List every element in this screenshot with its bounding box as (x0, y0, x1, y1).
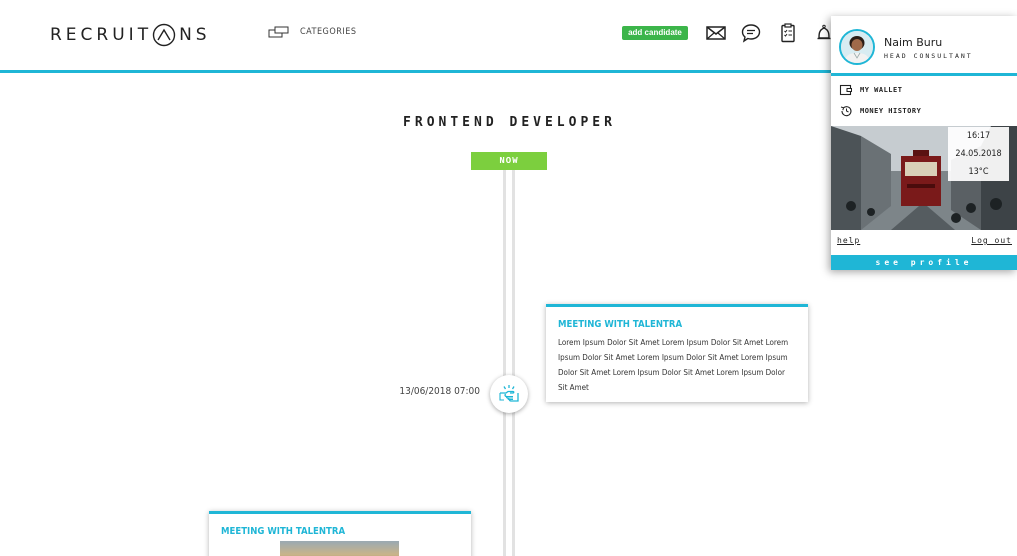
event-card[interactable]: MEETING WITH TALENTRA Lorem Ipsum Dolor … (546, 304, 808, 402)
weather-info: 16:17 24.05.2018 13°C (948, 127, 1009, 181)
handshake-icon[interactable] (490, 375, 528, 413)
weather-temperature: 13°C (968, 167, 989, 177)
event-card[interactable]: MEETING WITH TALENTRA (209, 511, 471, 556)
weather-date: 24.05.2018 (955, 149, 1002, 159)
categories-label: CATEGORIES (300, 27, 357, 37)
logout-link[interactable]: Log out (971, 236, 1012, 245)
avatar[interactable] (839, 29, 875, 65)
categories-icon (268, 26, 289, 38)
event-card-title: MEETING WITH TALENTRA (558, 319, 683, 330)
logo[interactable]: RECRUIT NS (50, 22, 211, 48)
chat-icon[interactable] (740, 22, 762, 44)
menu-item-money-history[interactable]: MONEY HISTORY (839, 105, 921, 117)
weather-time: 16:17 (966, 131, 991, 141)
menu-item-label: MY WALLET (860, 86, 903, 94)
profile-name: Naim Buru (884, 36, 943, 49)
timeline-line (503, 170, 515, 556)
logo-mountain-icon (152, 23, 176, 47)
logo-text-start: RECRUIT (50, 25, 153, 45)
history-icon (840, 106, 852, 117)
event-card-title: MEETING WITH TALENTRA (221, 526, 346, 537)
see-profile-button[interactable]: see profile (831, 255, 1017, 270)
event-card-body: Lorem Ipsum Dolor Sit Amet Lorem Ipsum D… (558, 338, 789, 392)
menu-item-my-wallet[interactable]: MY WALLET (839, 84, 902, 96)
profile-dropdown: Naim Buru HEAD CONSULTANT MY WALLET MONE… (831, 16, 1017, 270)
now-badge: NOW (471, 152, 547, 170)
add-candidate-button[interactable]: add candidate (622, 26, 688, 40)
logo-text-end: NS (179, 25, 211, 45)
menu-item-label: MONEY HISTORY (860, 107, 922, 115)
weather-photo: 16:17 24.05.2018 13°C (831, 126, 1017, 230)
profile-divider (831, 73, 1017, 76)
event-card-image (280, 541, 399, 556)
clipboard-icon[interactable] (777, 22, 799, 44)
categories-menu[interactable]: CATEGORIES (268, 26, 356, 38)
page-title-text: FRONTEND DEVELOPER (403, 115, 616, 130)
envelope-icon[interactable] (705, 22, 727, 44)
event-date: 13/06/2018 07:00 (399, 386, 480, 397)
help-link[interactable]: help (837, 236, 860, 245)
profile-role: HEAD CONSULTANT (884, 52, 973, 60)
wallet-icon (839, 84, 852, 96)
